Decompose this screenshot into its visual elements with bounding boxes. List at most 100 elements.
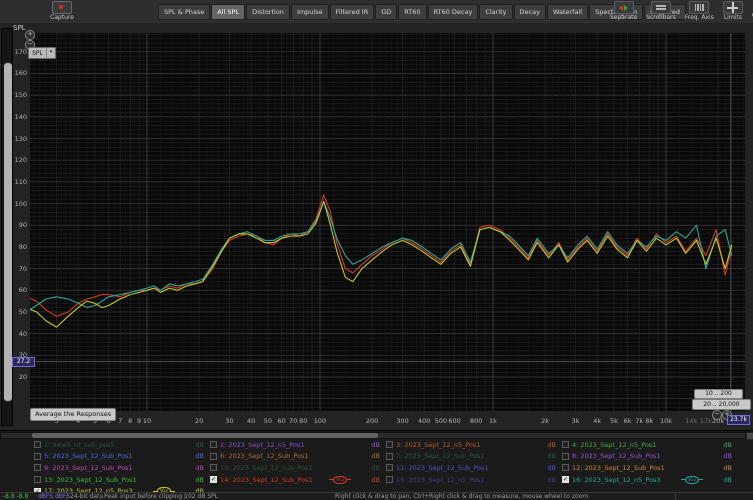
separate-icon — [613, 1, 634, 14]
measurement-label[interactable]: 1: 9me5_nt_sub_pos5 — [44, 441, 115, 449]
measurement-label[interactable]: 12: 2023_Sept_12_Sub_Pos1 — [572, 464, 665, 472]
list-scrollbar-thumb[interactable] — [32, 433, 378, 438]
tab-rt60-decay[interactable]: RT60 Decay — [427, 4, 479, 20]
x-tick-label: 10k — [659, 417, 673, 425]
tab-spl-phase[interactable]: SPL & Phase — [158, 4, 211, 20]
separate-button[interactable]: Separate — [610, 1, 637, 21]
measurement-checkbox[interactable]: ✓ — [562, 476, 569, 484]
tab-clarity[interactable]: Clarity — [479, 4, 513, 20]
measurement-checkbox[interactable] — [562, 441, 569, 449]
measurement-label[interactable]: 8: 2023_Sept_12_Sub_Pos1 — [572, 452, 661, 460]
y-tick-label: 170 — [14, 47, 27, 56]
y-axis-unit-select[interactable]: SPL ▾ — [28, 47, 56, 59]
range-20-20000-button[interactable]: 20 .. 20,000 — [692, 399, 751, 410]
capture-button[interactable]: Capture — [40, 1, 84, 22]
measurement-label[interactable]: 4: 2023_Sept_12_n5_Pos1 — [572, 441, 656, 449]
measurement-label[interactable]: 13: 2023_Sept_12_Sub_Pos1 — [44, 476, 137, 484]
measurement-label[interactable]: 15: 2023_Sept_12_n5_Pos1 — [396, 476, 485, 484]
x-tick-label: 2k — [541, 417, 550, 425]
y-tick-label: 150 — [14, 91, 27, 100]
limits-icon — [722, 1, 743, 14]
measurement-label[interactable]: 5: 2023_Sept_12_Sub_Pos1 — [44, 452, 133, 460]
chevron-down-icon: ▾ — [46, 48, 55, 58]
x-tick-label: 20 — [194, 417, 204, 425]
measurement-unit: dB — [723, 440, 732, 449]
tab-distortion[interactable]: Distortion — [246, 4, 290, 20]
measurement-grid: 1: 9me5_nt_sub_pos5 dB 2: 2023_Sept_12_n5_… — [34, 439, 738, 497]
measurement-label[interactable]: 16: 2023_Sept_12_n5_Pos3 — [572, 476, 661, 484]
measurement-row: 15: 2023_Sept_12_n5_Pos1 dB — [386, 474, 562, 486]
range-10-200-button[interactable]: 10 .. 200 — [694, 389, 743, 399]
measurement-label[interactable]: 2: 2023_Sept_12_n5_Pos1 — [220, 441, 304, 449]
tab-all-spl[interactable]: All SPL — [211, 4, 246, 20]
measurement-checkbox[interactable] — [34, 452, 41, 460]
measurement-label[interactable]: 6: 2023_Sept_12_Sub_Pos1 — [220, 452, 309, 460]
toolbar-right-group: SeparateScrollbarsFreq. AxisLimitsContro… — [610, 1, 753, 21]
measurement-checkbox[interactable] — [34, 464, 41, 472]
measurement-checkbox[interactable] — [210, 452, 217, 460]
measurement-row: 11: 2023_Sept_12_Sub_Pos1 dB — [386, 462, 562, 474]
y-tick-label: 20 — [18, 373, 27, 381]
measurement-row: 7: 2023_Sept_12_Sub_Pos1 dB — [386, 451, 562, 463]
measurement-label[interactable]: 9: 2023_Sept_12_Sub_Pos1 — [44, 464, 133, 472]
toolbar: Capture SPL & Phase All SPL Distortion Impu… — [0, 0, 753, 24]
measurement-checkbox[interactable] — [386, 464, 393, 472]
measurement-row: 5: 2023_Sept_12_Sub_Pos1 dB — [34, 451, 210, 463]
x-tick-label: 30 — [225, 417, 234, 425]
measurement-row: 2: 2023_Sept_12_n5_Pos1 dB — [210, 439, 386, 451]
y-axis-title: SPL — [13, 24, 26, 32]
scrollbars-icon — [650, 1, 671, 14]
spl-plot[interactable] — [30, 33, 745, 411]
tab-gd[interactable]: GD — [375, 4, 398, 20]
measurement-unit: dB — [547, 440, 556, 449]
tab-decay[interactable]: Decay — [513, 4, 546, 20]
measurement-unit: dB — [547, 463, 556, 472]
tab-rt60[interactable]: RT60 — [398, 4, 427, 20]
y-tick-label: 40 — [18, 329, 27, 338]
status-bar: -8.8 -8.8 dBFS dBFS 24-bit data Peak inp… — [0, 492, 753, 500]
tab-filtered-ir[interactable]: Filtered IR — [329, 4, 375, 20]
measurement-row: 6: 2023_Sept_12_Sub_Pos1 dB — [210, 451, 386, 463]
capture-icon — [52, 1, 72, 14]
input-level-readout: -8.8 -8.8 — [3, 493, 29, 500]
measurement-checkbox[interactable] — [386, 452, 393, 460]
y-tick-label: 80 — [18, 242, 27, 251]
measurement-row: 3: 2023_Sept_12_n5_Pos1 dB — [386, 439, 562, 451]
measurement-checkbox[interactable] — [562, 452, 569, 460]
list-scrollbar-button[interactable] — [746, 432, 753, 440]
measurement-unit: dB — [723, 452, 732, 461]
measurement-unit: dB — [371, 452, 380, 461]
tab-impulse[interactable]: Impulse — [290, 4, 329, 20]
measurement-checkbox[interactable] — [562, 464, 569, 472]
average-responses-button[interactable]: Average the Responses — [30, 408, 117, 421]
measurement-checkbox[interactable]: ✓ — [210, 476, 217, 484]
measurement-list-panel: 1: 9me5_nt_sub_pos5 dB 2: 2023_Sept_12_n5_… — [0, 430, 753, 496]
measurement-label[interactable]: 10: 2023_Sept_12_Sub_Pos1 — [220, 464, 313, 472]
measurement-label[interactable]: 7: 2023_Sept_12_Sub_Pos1 — [396, 452, 485, 460]
freq-axis-button[interactable]: Freq. Axis — [685, 1, 714, 21]
measurement-checkbox[interactable] — [34, 476, 41, 484]
x-tick-label: 300 — [396, 417, 409, 425]
scrollbars-button[interactable]: Scrollbars — [646, 1, 676, 21]
measurement-checkbox[interactable] — [210, 441, 217, 449]
measurement-label[interactable]: 11: 2023_Sept_12_Sub_Pos1 — [396, 464, 489, 472]
list-horizontal-scrollbar[interactable] — [0, 432, 746, 439]
vector-average-badge: V₁₂ — [680, 475, 703, 484]
x-tick-label: 200 — [365, 417, 379, 425]
tab-waterfall[interactable]: Waterfall — [546, 4, 589, 20]
measurement-label[interactable]: 3: 2023_Sept_12_n5_Pos1 — [396, 441, 480, 449]
measurement-unit: dB — [371, 475, 380, 484]
bit-depth-status: 24-bit data — [70, 493, 104, 500]
measurement-row: 12: 2023_Sept_12_Sub_Pos1 dB — [562, 462, 738, 474]
measurement-checkbox[interactable] — [386, 476, 393, 484]
measurement-checkbox[interactable] — [34, 441, 41, 449]
x-cursor-readout: 23.7k — [727, 415, 750, 425]
y-tick-label: 110 — [14, 177, 27, 186]
measurement-checkbox[interactable] — [210, 464, 217, 472]
measurement-label[interactable]: 14: 2023_Sept_12_Sub_Pos1 — [220, 476, 313, 484]
limits-button[interactable]: Limits — [722, 1, 743, 21]
measurement-checkbox[interactable] — [386, 441, 393, 449]
measurement-row: 1: 9me5_nt_sub_pos5 dB — [34, 439, 210, 451]
y-zoom-in-button[interactable]: + — [25, 30, 35, 40]
x-zoom-out-button[interactable]: − — [712, 410, 722, 420]
